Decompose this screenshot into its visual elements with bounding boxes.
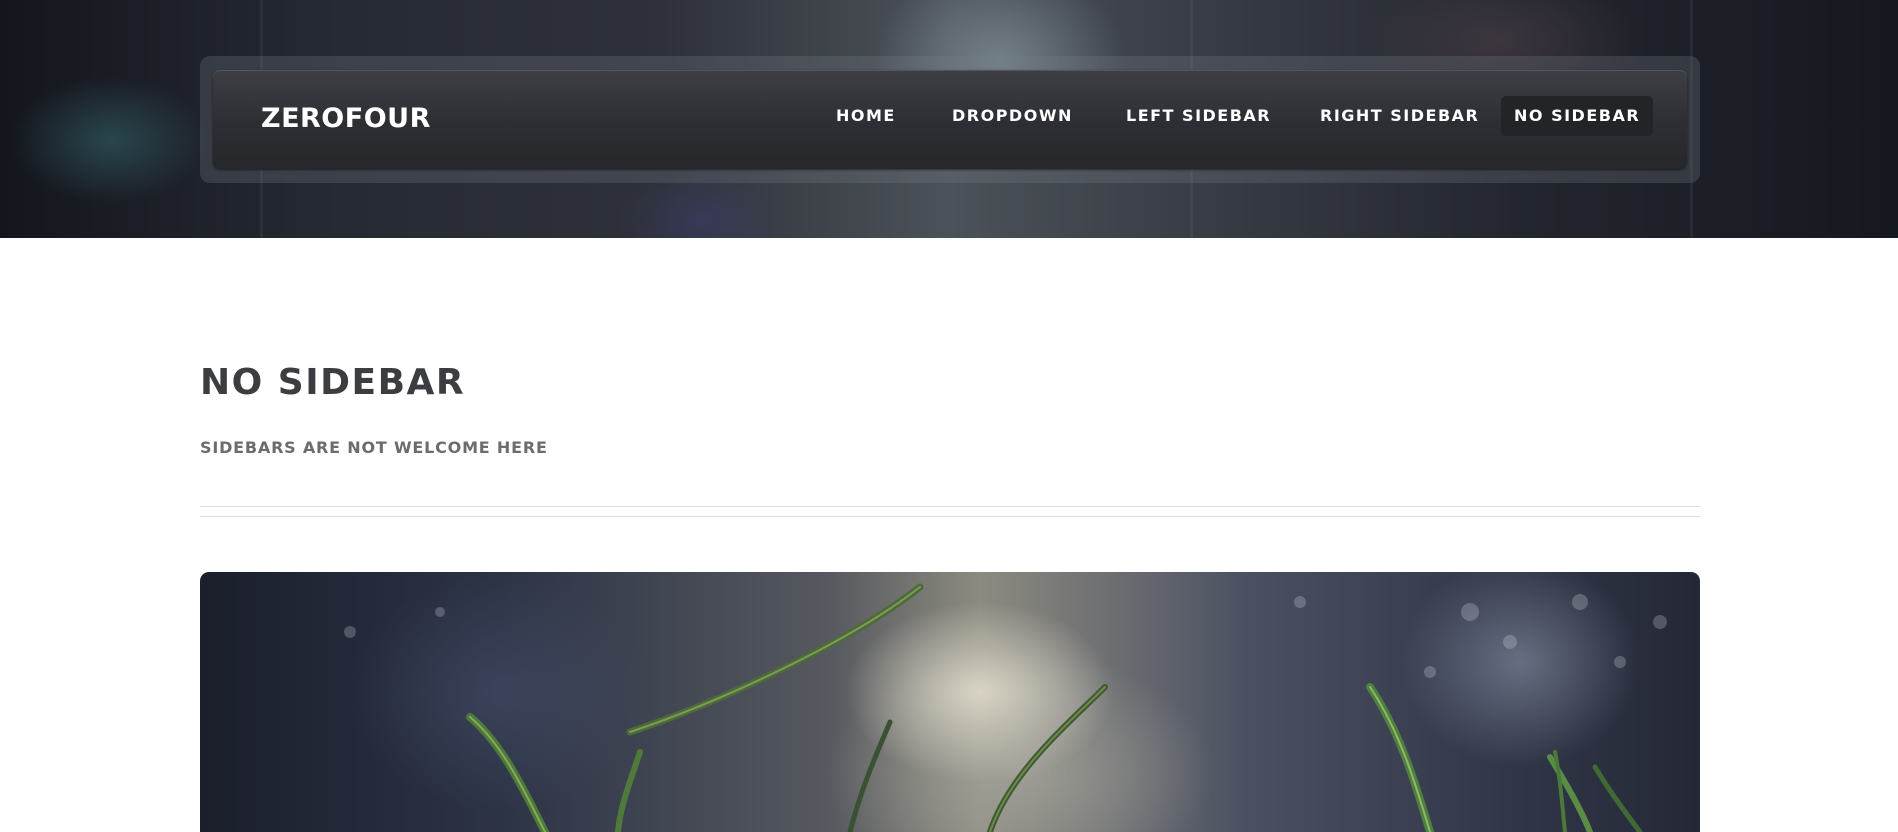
feature-image bbox=[200, 572, 1700, 832]
nav-bar: ZEROFOUR HOME DROPDOWN LEFT SIDEBAR RIGH… bbox=[213, 70, 1687, 169]
page-subtitle: SIDEBARS ARE NOT WELCOME HERE bbox=[200, 438, 548, 457]
page-title: NO SIDEBAR bbox=[200, 362, 466, 403]
nav-item-left-sidebar[interactable]: LEFT SIDEBAR bbox=[1113, 96, 1284, 136]
header-banner: ZEROFOUR HOME DROPDOWN LEFT SIDEBAR RIGH… bbox=[0, 0, 1898, 238]
nav-frame: ZEROFOUR HOME DROPDOWN LEFT SIDEBAR RIGH… bbox=[200, 56, 1700, 183]
divider bbox=[200, 506, 1700, 507]
grass-blades-illustration bbox=[344, 583, 1667, 832]
nav-item-home[interactable]: HOME bbox=[823, 96, 909, 136]
nav-item-right-sidebar[interactable]: RIGHT SIDEBAR bbox=[1307, 96, 1492, 136]
site-logo[interactable]: ZEROFOUR bbox=[261, 103, 431, 134]
nav-item-dropdown[interactable]: DROPDOWN bbox=[939, 96, 1086, 136]
nav-item-no-sidebar[interactable]: NO SIDEBAR bbox=[1501, 96, 1654, 136]
divider bbox=[200, 516, 1700, 517]
